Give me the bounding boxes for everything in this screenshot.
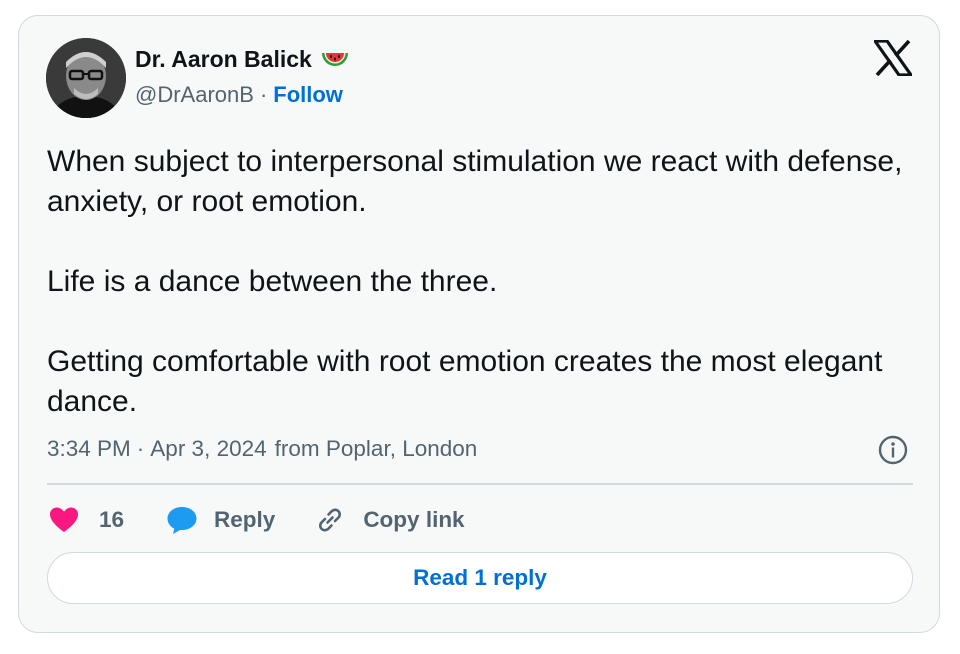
tweet-paragraph: When subject to interpersonal stimulatio… [47,145,903,218]
tweet-actions: 16 Reply Copy link [49,502,465,538]
tweet-text: When subject to interpersonal stimulatio… [47,142,907,422]
tweet-location: from Poplar, London [274,436,478,461]
read-reply-button[interactable]: Read 1 reply [47,552,913,604]
tweet-date[interactable]: Apr 3, 2024 [150,436,266,462]
reply-button[interactable]: Reply [166,505,275,535]
tweet-meta: 3:34 PM · Apr 3, 2024 from Poplar, Londo… [47,436,477,462]
copy-link-label: Copy link [363,507,465,532]
avatar-photo-icon [46,38,126,118]
link-icon [315,505,345,535]
like-count: 16 [99,507,125,532]
tweet-card: Dr. Aaron Balick @DrAaronB · Follow When… [18,15,940,633]
author-avatar[interactable] [46,38,126,118]
tweet-paragraph: Getting comfortable with root emotion cr… [47,345,883,418]
heart-icon [49,506,79,534]
divider [47,483,913,485]
speech-bubble-icon [166,505,198,535]
follow-link[interactable]: Follow [273,82,343,108]
copy-link-button[interactable]: Copy link [315,505,465,535]
x-logo-icon[interactable] [871,39,915,77]
author-handle-row: @DrAaronB · Follow [135,82,343,108]
info-icon[interactable] [877,434,909,466]
tweet-paragraph: Life is a dance between the three. [47,265,498,298]
author-name[interactable]: Dr. Aaron Balick [135,46,312,73]
separator-dot: · [259,82,268,107]
author-name-row: Dr. Aaron Balick [135,46,350,73]
tweet-time[interactable]: 3:34 PM [47,436,131,462]
reply-label: Reply [214,507,276,532]
author-handle[interactable]: @DrAaronB [135,82,254,108]
watermelon-icon [320,49,350,71]
like-button[interactable]: 16 [49,506,124,534]
separator-dot: · [136,436,145,461]
